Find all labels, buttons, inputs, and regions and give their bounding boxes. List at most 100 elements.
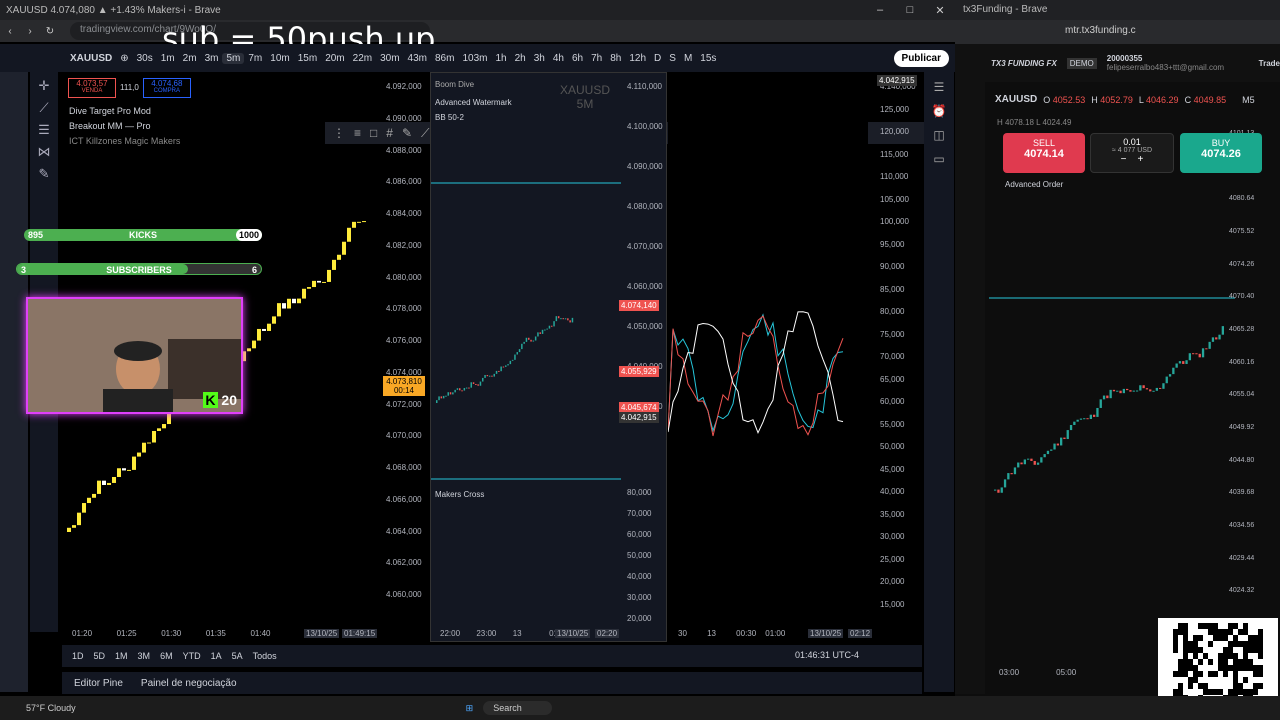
- account-info[interactable]: 20000355 felipeserralbo483+ttt@gmail.com: [1107, 54, 1224, 72]
- close-button[interactable]: ✕: [925, 4, 955, 17]
- tx3-url[interactable]: mtr.tx3funding.c: [955, 20, 1280, 44]
- tab-pine-editor[interactable]: Editor Pine: [74, 678, 123, 689]
- right-price-scale[interactable]: 4.140,000 125,000 120,000 115,000 110,000 105…: [878, 72, 922, 642]
- timeframe-3h[interactable]: 3h: [530, 53, 549, 64]
- candle: [1165, 376, 1168, 384]
- tab-trading-panel[interactable]: Painel de negociação: [141, 678, 237, 689]
- right-oscillator[interactable]: [667, 72, 868, 642]
- fib-icon[interactable]: ☰: [38, 122, 50, 138]
- range-1M[interactable]: 1M: [115, 651, 128, 661]
- tx3-chart[interactable]: [989, 200, 1235, 680]
- timeframe-20m[interactable]: 20m: [321, 53, 348, 64]
- timeframe-43m[interactable]: 43m: [404, 53, 431, 64]
- candle: [514, 354, 516, 360]
- chat-icon[interactable]: ▭: [933, 152, 944, 166]
- timeframe-30m[interactable]: 30m: [376, 53, 403, 64]
- main-price-scale[interactable]: 4.092,000 4.090,000 4.088,000 4.086,000 4.08…: [384, 72, 430, 642]
- range-1A[interactable]: 1A: [211, 651, 222, 661]
- range-Todos[interactable]: Todos: [253, 651, 277, 661]
- candle: [521, 343, 523, 350]
- maximize-button[interactable]: □: [895, 4, 925, 17]
- weather-widget[interactable]: 57°F Cloudy: [26, 703, 76, 713]
- minimize-button[interactable]: –: [865, 4, 895, 17]
- indicator-3[interactable]: ICT Killzones Magic Makers: [69, 134, 180, 149]
- candle: [1126, 388, 1129, 391]
- timeframe-15m[interactable]: 15m: [294, 53, 321, 64]
- window-controls: – □ ✕: [865, 4, 955, 17]
- trade-tab[interactable]: Trade: [1259, 59, 1280, 68]
- tx3-price-scale[interactable]: 4101.134085.764080.644075.524074.264070.…: [1227, 120, 1277, 620]
- range-1D[interactable]: 1D: [72, 651, 84, 661]
- timeframe-6h[interactable]: 6h: [568, 53, 587, 64]
- alert-icon[interactable]: ⏰: [932, 104, 947, 118]
- buy-button[interactable]: BUY 4074.26: [1180, 133, 1262, 173]
- pattern-icon[interactable]: ⋈: [38, 144, 51, 160]
- candle: [532, 340, 535, 342]
- rect-icon[interactable]: □: [370, 126, 377, 140]
- range-5D[interactable]: 5D: [94, 651, 106, 661]
- timeframe-3m[interactable]: 3m: [201, 53, 223, 64]
- timeframe-S[interactable]: S: [665, 53, 680, 64]
- candle: [488, 375, 491, 377]
- timeframe-D[interactable]: D: [650, 53, 665, 64]
- drag-handle-icon[interactable]: ⋮: [333, 126, 345, 140]
- right-time-axis[interactable]: 30 13 00:30 01:00 13/10/25 02:12: [668, 629, 878, 641]
- timeframe-86m[interactable]: 86m: [431, 53, 458, 64]
- crosshair-icon[interactable]: ✛: [39, 78, 50, 94]
- forward-icon[interactable]: ›: [20, 26, 40, 37]
- candle: [1175, 363, 1178, 368]
- advanced-order[interactable]: Advanced Order: [1005, 180, 1063, 189]
- overlay-price-scale[interactable]: 4.110,000 4.100,000 4.090,000 4.080,000 4.07…: [619, 72, 665, 642]
- publish-button[interactable]: Publicar: [893, 49, 949, 67]
- watchlist-icon[interactable]: ☰: [934, 80, 945, 94]
- timeframe-15s[interactable]: 15s: [696, 53, 720, 64]
- timeframe-30s[interactable]: 30s: [133, 53, 157, 64]
- timeframe-10m[interactable]: 10m: [266, 53, 293, 64]
- timeframe-22m[interactable]: 22m: [349, 53, 376, 64]
- taskbar-search[interactable]: Search: [483, 701, 552, 715]
- add-symbol-icon[interactable]: ⊕: [116, 53, 132, 64]
- qr-module: [1258, 653, 1263, 659]
- overlay-time-axis[interactable]: 22:0023:001301:0013/10/2502:20: [430, 629, 667, 641]
- symbol-search[interactable]: XAUUSD: [66, 53, 116, 64]
- timeframe-4h[interactable]: 4h: [549, 53, 568, 64]
- candle: [525, 337, 528, 342]
- timeframe-7h[interactable]: 7h: [587, 53, 606, 64]
- back-icon[interactable]: ‹: [0, 26, 20, 37]
- reload-icon[interactable]: ↻: [40, 26, 60, 37]
- pen-icon[interactable]: ✎: [402, 126, 412, 140]
- timeframe-1m[interactable]: 1m: [157, 53, 179, 64]
- range-5A[interactable]: 5A: [232, 651, 243, 661]
- range-6M[interactable]: 6M: [160, 651, 173, 661]
- sell-button[interactable]: SELL 4074.14: [1003, 133, 1085, 173]
- lot-size[interactable]: 0.01 ≈ 4 077 USD − +: [1090, 133, 1174, 173]
- indicator-2[interactable]: Breakout MM — Pro: [69, 119, 180, 134]
- brush-icon[interactable]: ✎: [39, 166, 50, 182]
- buy-price-button[interactable]: 4.074,68 COMPRA: [142, 78, 191, 98]
- candle: [468, 387, 470, 389]
- layers-icon[interactable]: ◫: [933, 128, 944, 142]
- timeframe-2m[interactable]: 2m: [179, 53, 201, 64]
- timeframe-12h[interactable]: 12h: [625, 53, 650, 64]
- sell-price-button[interactable]: 4.073,57 VENDA: [68, 78, 116, 98]
- timeframe-103m[interactable]: 103m: [458, 53, 491, 64]
- timeframe-2h[interactable]: 2h: [511, 53, 530, 64]
- timeframe-8h[interactable]: 8h: [606, 53, 625, 64]
- timeframe-M[interactable]: M: [680, 53, 696, 64]
- timeframe-5m[interactable]: 5m: [222, 52, 245, 64]
- timeframe-7m[interactable]: 7m: [244, 53, 266, 64]
- start-icon[interactable]: ⊞: [466, 703, 474, 714]
- range-3M[interactable]: 3M: [138, 651, 151, 661]
- candle: [1135, 390, 1139, 392]
- scale-label: 4044.80: [1229, 456, 1255, 464]
- path-icon[interactable]: ⟋: [421, 126, 429, 141]
- range-YTD[interactable]: YTD: [183, 651, 201, 661]
- timeframe-1h[interactable]: 1h: [491, 53, 510, 64]
- lines-icon[interactable]: ≡: [354, 126, 361, 140]
- line-tool-icon[interactable]: ⟋: [39, 100, 48, 116]
- grid-icon[interactable]: #: [386, 126, 393, 140]
- indicator-1[interactable]: Dive Target Pro Mod: [69, 104, 180, 119]
- overlay-price-tag: 4.074,140: [619, 300, 659, 311]
- qr-module: [1178, 659, 1183, 665]
- main-time-axis[interactable]: 01:20 01:25 01:30 01:35 01:40 13/10/25 01:49:1…: [62, 629, 382, 641]
